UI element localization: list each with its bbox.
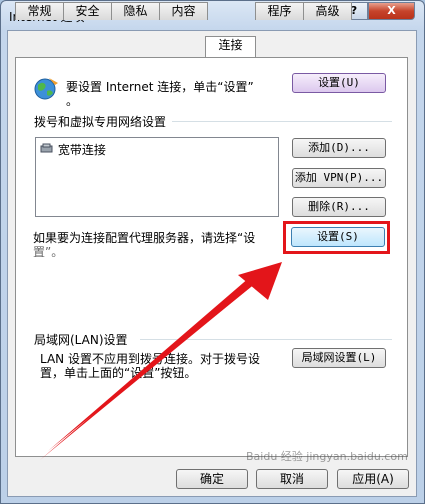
ok-button[interactable]: 确定: [176, 469, 248, 489]
watermark-text: Baidu 经验 jingyan.baidu.com: [246, 450, 408, 463]
tab-connections[interactable]: 连接: [205, 36, 256, 57]
cancel-button[interactable]: 取消: [256, 469, 328, 489]
apply-button[interactable]: 应用(A): [337, 469, 409, 489]
red-arrow-annotation: [40, 262, 282, 460]
